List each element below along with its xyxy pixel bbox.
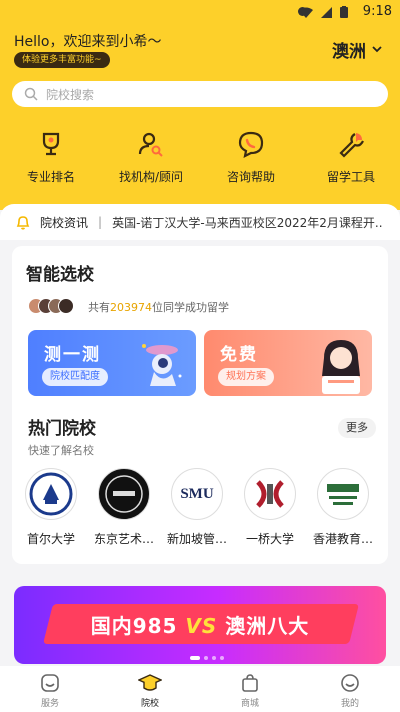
person-search-icon bbox=[133, 126, 169, 162]
signal-icon bbox=[321, 6, 332, 18]
success-count-text: 共有203974位同学成功留学 bbox=[88, 299, 229, 315]
tab-service-label: 服务 bbox=[40, 699, 59, 709]
tab-profile[interactable]: 我的 bbox=[300, 666, 400, 712]
tab-profile-label: 我的 bbox=[340, 699, 359, 709]
astronaut-illustration-icon bbox=[142, 344, 182, 386]
success-prefix: 共有 bbox=[88, 301, 110, 314]
tab-mall[interactable]: 商城 bbox=[200, 666, 300, 712]
graduation-cap-icon bbox=[138, 672, 162, 694]
location-label: 澳洲 bbox=[332, 42, 366, 62]
carousel-dot bbox=[212, 656, 216, 660]
battery-icon bbox=[340, 6, 348, 18]
news-title: 院校资讯 bbox=[40, 215, 89, 230]
school-name: 香港教育… bbox=[312, 532, 373, 546]
school-name: 一桥大学 bbox=[245, 532, 294, 546]
school-item[interactable]: SMU 新加坡管… bbox=[164, 468, 230, 547]
status-bar: 9:18 bbox=[0, 0, 400, 24]
free-plan-banner[interactable]: 免费 规划方案 bbox=[204, 330, 372, 396]
profile-icon bbox=[338, 672, 362, 694]
test-match-title: 测一测 bbox=[44, 345, 101, 365]
school-name: 新加坡管… bbox=[166, 532, 227, 546]
tab-schools[interactable]: 院校 bbox=[100, 666, 200, 712]
school-name: 东京艺术… bbox=[93, 532, 154, 546]
notice-divider: | bbox=[98, 215, 103, 229]
carousel-dot bbox=[204, 656, 208, 660]
banner-right-text: 澳洲八大 bbox=[225, 614, 310, 638]
nav-consult-label: 咨询帮助 bbox=[226, 170, 275, 184]
free-plan-title: 免费 bbox=[220, 345, 258, 365]
greeting-text: Hello，欢迎来到小希〜 bbox=[14, 34, 162, 50]
wifi-icon bbox=[299, 7, 313, 18]
nav-agency[interactable]: 找机构/顾问 bbox=[106, 126, 196, 185]
school-item[interactable]: 东京艺术… bbox=[91, 468, 157, 547]
girl-illustration-icon bbox=[322, 340, 360, 394]
bell-icon bbox=[16, 215, 30, 230]
carousel-indicator bbox=[190, 656, 224, 660]
tab-schools-label: 院校 bbox=[140, 699, 159, 709]
phone-chat-icon bbox=[233, 126, 269, 162]
hot-schools-title: 热门院校 bbox=[28, 419, 96, 439]
nav-tools-label: 留学工具 bbox=[326, 170, 375, 184]
bottom-tab-bar: 服务 院校 商城 我的 bbox=[0, 666, 400, 712]
success-suffix: 位同学成功留学 bbox=[152, 301, 229, 314]
status-time: 9:18 bbox=[362, 4, 392, 19]
nav-agency-label: 找机构/顾问 bbox=[118, 170, 184, 184]
trophy-icon bbox=[33, 126, 69, 162]
carousel-dot bbox=[220, 656, 224, 660]
nav-ranking[interactable]: 专业排名 bbox=[6, 126, 96, 185]
news-headline[interactable]: 英国-诺丁汉大学-马来西亚校区2022年2月课程开... bbox=[112, 214, 382, 231]
more-button[interactable]: 更多 bbox=[338, 418, 376, 438]
banner-headline: 国内985 VS 澳洲八大 bbox=[14, 610, 386, 639]
hitotsubashi-logo-icon bbox=[244, 468, 296, 520]
search-placeholder: 院校搜索 bbox=[46, 87, 95, 102]
hk-education-logo-icon bbox=[317, 468, 369, 520]
school-item[interactable]: 香港教育… bbox=[310, 468, 376, 547]
shopping-bag-icon bbox=[238, 672, 262, 694]
nav-consult[interactable]: 咨询帮助 bbox=[206, 126, 296, 185]
banner-vs-text: VS bbox=[185, 614, 218, 638]
seoul-university-logo-icon bbox=[25, 468, 77, 520]
test-match-banner[interactable]: 测一测 院校匹配度 bbox=[28, 330, 196, 396]
avatar-group bbox=[28, 298, 74, 314]
school-item[interactable]: 首尔大学 bbox=[18, 468, 84, 547]
test-match-subtitle: 院校匹配度 bbox=[42, 368, 108, 386]
banner-left-text: 国内985 bbox=[90, 614, 178, 638]
location-selector[interactable]: 澳洲 bbox=[332, 37, 382, 62]
hot-schools-subtitle: 快速了解名校 bbox=[28, 444, 94, 457]
chevron-down-icon bbox=[372, 46, 382, 53]
success-count: 203974 bbox=[110, 301, 152, 314]
smile-icon bbox=[38, 672, 62, 694]
nav-ranking-label: 专业排名 bbox=[26, 170, 75, 184]
carousel-dot bbox=[190, 656, 200, 660]
smart-selection-card: 智能选校 共有203974位同学成功留学 测一测 院校匹配度 免费 规划方案 热… bbox=[12, 246, 388, 564]
feature-tag[interactable]: 体验更多丰富功能~ bbox=[14, 52, 110, 68]
tab-mall-label: 商城 bbox=[240, 699, 259, 709]
avatar bbox=[58, 298, 74, 314]
news-ticker[interactable]: 院校资讯 | 英国-诺丁汉大学-马来西亚校区2022年2月课程开... bbox=[0, 204, 400, 240]
smu-logo-text: SMU bbox=[180, 485, 214, 502]
smart-selection-title: 智能选校 bbox=[26, 265, 94, 285]
nav-tools[interactable]: 留学工具 bbox=[306, 126, 396, 185]
school-item[interactable]: 一桥大学 bbox=[237, 468, 303, 547]
free-plan-subtitle: 规划方案 bbox=[218, 368, 274, 386]
smu-logo-icon: SMU bbox=[171, 468, 223, 520]
search-icon bbox=[24, 87, 38, 101]
tokyo-arts-logo-icon bbox=[98, 468, 150, 520]
wrench-icon bbox=[333, 126, 369, 162]
header: 9:18 Hello，欢迎来到小希〜 体验更多丰富功能~ 澳洲 院校搜索 专业排… bbox=[0, 0, 400, 210]
search-input[interactable]: 院校搜索 bbox=[12, 81, 388, 107]
tab-service[interactable]: 服务 bbox=[0, 666, 100, 712]
promo-banner[interactable]: 国内985 VS 澳洲八大 bbox=[14, 586, 386, 664]
school-name: 首尔大学 bbox=[26, 532, 75, 546]
